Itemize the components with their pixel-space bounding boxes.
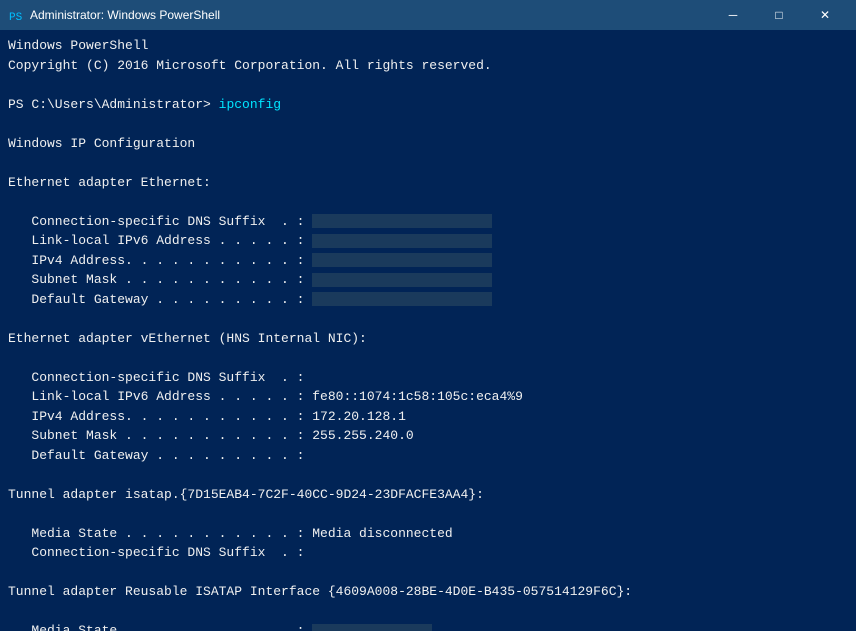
line-copyright: Copyright (C) 2016 Microsoft Corporation… xyxy=(8,56,848,76)
titlebar: PS Administrator: Windows PowerShell ─ □… xyxy=(0,0,856,30)
line-eth-ipv4: IPv4 Address. . . . . . . . . . . : xyxy=(8,251,848,271)
powershell-icon: PS xyxy=(8,7,24,23)
svg-text:PS: PS xyxy=(9,12,23,23)
line-veth-gw: Default Gateway . . . . . . . . . : xyxy=(8,446,848,466)
line-veth-mask: Subnet Mask . . . . . . . . . . . : 255.… xyxy=(8,426,848,446)
line-eth-dns: Connection-specific DNS Suffix . : xyxy=(8,212,848,232)
line-blank-4 xyxy=(8,192,848,212)
redacted-ipv6-1 xyxy=(312,234,492,248)
line-eth-header: Ethernet adapter Ethernet: xyxy=(8,173,848,193)
line-blank-10 xyxy=(8,602,848,622)
redacted-gw-1 xyxy=(312,292,492,306)
minimize-button[interactable]: ─ xyxy=(710,0,756,30)
line-prompt-ipconfig: PS C:\Users\Administrator> ipconfig xyxy=(8,95,848,115)
line-tunnel1-dns: Connection-specific DNS Suffix . : xyxy=(8,543,848,563)
line-eth-mask: Subnet Mask . . . . . . . . . . . : xyxy=(8,270,848,290)
line-blank-5 xyxy=(8,309,848,329)
titlebar-title: Administrator: Windows PowerShell xyxy=(30,8,220,22)
line-blank-8 xyxy=(8,504,848,524)
maximize-button[interactable]: □ xyxy=(756,0,802,30)
line-veth-ipv4: IPv4 Address. . . . . . . . . . . : 172.… xyxy=(8,407,848,427)
line-blank-6 xyxy=(8,348,848,368)
line-veth-header: Ethernet adapter vEthernet (HNS Internal… xyxy=(8,329,848,349)
line-tunnel2-header: Tunnel adapter Reusable ISATAP Interface… xyxy=(8,582,848,602)
line-tunnel2-media: Media State . . . . . . . . . . . : xyxy=(8,621,848,631)
redacted-ipv4-1 xyxy=(312,253,492,267)
redacted-mask-1 xyxy=(312,273,492,287)
titlebar-left: PS Administrator: Windows PowerShell xyxy=(8,7,220,23)
line-blank-2 xyxy=(8,114,848,134)
line-tunnel1-media: Media State . . . . . . . . . . . : Medi… xyxy=(8,524,848,544)
redacted-dns-1 xyxy=(312,214,492,228)
line-veth-dns: Connection-specific DNS Suffix . : xyxy=(8,368,848,388)
titlebar-controls: ─ □ ✕ xyxy=(710,0,848,30)
terminal-output: Windows PowerShell Copyright (C) 2016 Mi… xyxy=(0,30,856,631)
line-1: Windows PowerShell xyxy=(8,36,848,56)
line-blank-1 xyxy=(8,75,848,95)
line-blank-9 xyxy=(8,563,848,583)
line-blank-7 xyxy=(8,465,848,485)
close-button[interactable]: ✕ xyxy=(802,0,848,30)
line-blank-3 xyxy=(8,153,848,173)
line-win-ip: Windows IP Configuration xyxy=(8,134,848,154)
line-eth-gw: Default Gateway . . . . . . . . . : xyxy=(8,290,848,310)
line-eth-ipv6: Link-local IPv6 Address . . . . . : xyxy=(8,231,848,251)
redacted-media-2 xyxy=(312,624,432,631)
line-tunnel1-header: Tunnel adapter isatap.{7D15EAB4-7C2F-40C… xyxy=(8,485,848,505)
line-veth-ipv6: Link-local IPv6 Address . . . . . : fe80… xyxy=(8,387,848,407)
